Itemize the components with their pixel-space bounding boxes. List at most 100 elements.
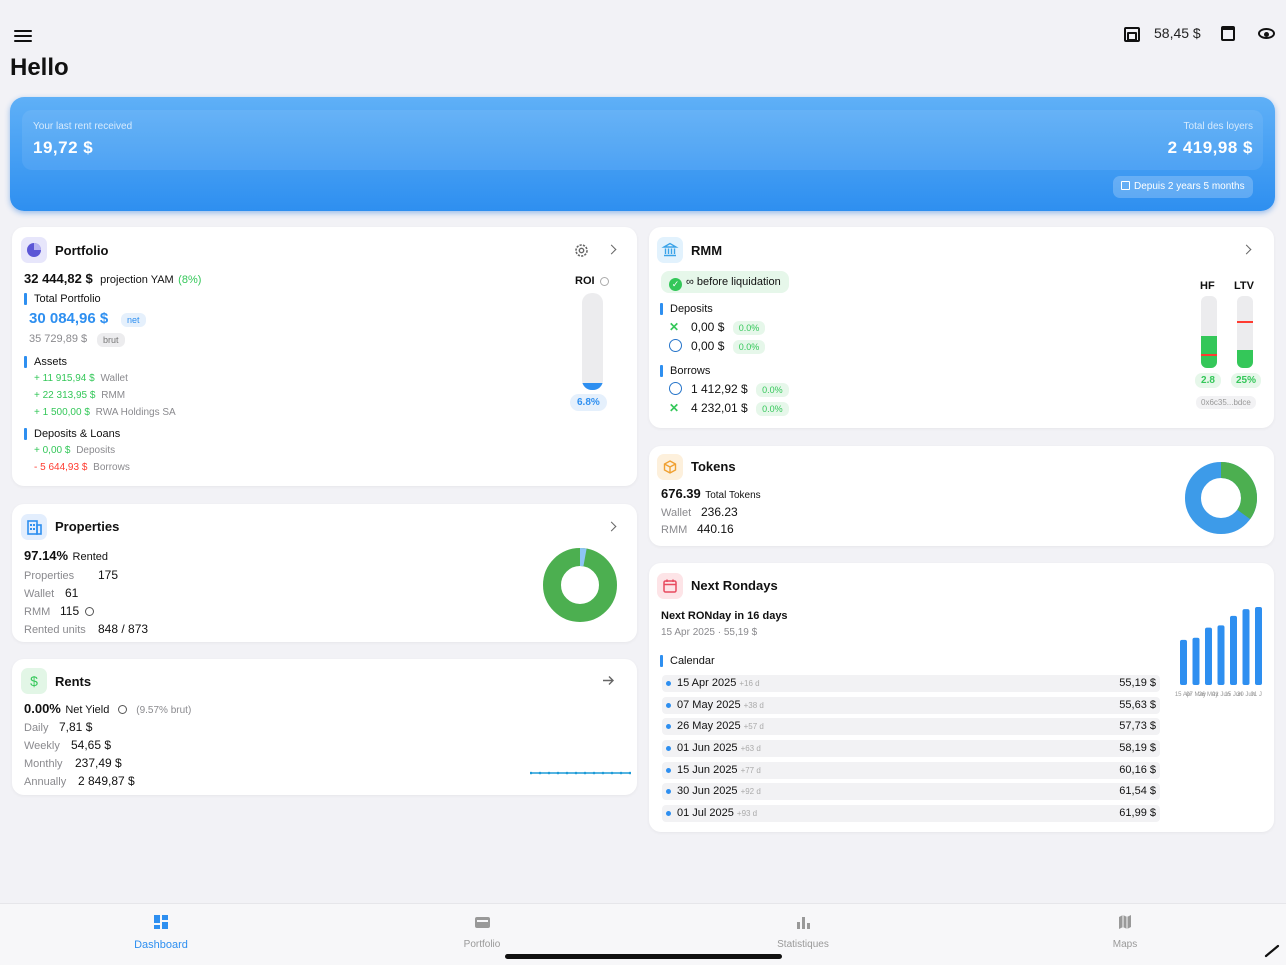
asset-label: Wallet bbox=[100, 373, 128, 384]
rent-label: Weekly bbox=[24, 740, 60, 752]
total-rent-value: 2 419,98 $ bbox=[1167, 138, 1253, 157]
eye-icon[interactable] bbox=[1258, 28, 1275, 39]
tab-portfolio[interactable]: Portfolio bbox=[412, 914, 552, 950]
ronday-bar bbox=[1230, 615, 1237, 685]
brut-tag: brut bbox=[97, 333, 125, 347]
ronday-bar bbox=[1180, 639, 1187, 685]
rmm-icon-box bbox=[657, 237, 683, 263]
ltv-label: LTV bbox=[1234, 280, 1254, 292]
cube-icon bbox=[663, 460, 677, 474]
deposits-amount: + 0,00 $ bbox=[34, 445, 71, 456]
bullet bbox=[666, 811, 671, 816]
check-icon: ✓ bbox=[669, 278, 682, 291]
stat-label: RMM bbox=[24, 606, 51, 618]
stat-label: Wallet bbox=[24, 588, 55, 600]
net-tag: net bbox=[121, 313, 146, 327]
ronday-bar bbox=[1192, 637, 1200, 685]
section-bar bbox=[660, 365, 663, 377]
rented-label: Rented bbox=[72, 551, 109, 563]
bar-chart-icon bbox=[797, 917, 810, 929]
rent-row: Annually 2 849,87 $ bbox=[24, 773, 135, 791]
section-bar bbox=[24, 356, 27, 368]
bullet bbox=[666, 724, 671, 729]
usdc-icon bbox=[669, 339, 682, 352]
rmm-address[interactable]: 0x6c35...bdce bbox=[1196, 396, 1256, 409]
bullet bbox=[666, 746, 671, 751]
dollar-icon: $ bbox=[30, 673, 38, 689]
deposits-loans-label: Deposits & Loans bbox=[34, 428, 121, 440]
info-icon[interactable] bbox=[117, 705, 127, 714]
pencil-icon[interactable] bbox=[1264, 944, 1280, 958]
rate-pill: 0.0% bbox=[732, 321, 766, 335]
roi-gauge bbox=[582, 293, 603, 390]
tab-statistiques[interactable]: Statistiques bbox=[733, 914, 873, 950]
deposits-row: + 0,00 $ Deposits bbox=[34, 445, 115, 456]
ronday-bar bbox=[1205, 627, 1212, 685]
since-button[interactable]: Depuis 2 years 5 months bbox=[1113, 176, 1253, 198]
amount: 0,00 $ bbox=[691, 320, 725, 334]
tokens-rmm-row: RMM 440.16 bbox=[661, 522, 734, 536]
ronday-date: 01 Jun 2025 bbox=[677, 742, 738, 754]
projection-label: projection YAM bbox=[100, 274, 174, 286]
tokens-total-row: 676.39 Total Tokens bbox=[661, 485, 761, 503]
menu-icon[interactable] bbox=[14, 30, 32, 42]
last-rent-value: 19,72 $ bbox=[33, 138, 94, 157]
tokens-wallet-value: 236.23 bbox=[701, 505, 738, 519]
ronday-rel: +38 d bbox=[743, 701, 764, 710]
hf-gauge bbox=[1201, 296, 1217, 368]
amount: 0,00 $ bbox=[691, 339, 725, 353]
dashboard-icon bbox=[154, 915, 168, 929]
rmm-borrow-row: 1 412,92 $ 0.0% bbox=[669, 382, 789, 397]
assets-label: Assets bbox=[34, 356, 68, 368]
asset-row: + 1 500,00 $ RWA Holdings SA bbox=[34, 407, 176, 418]
tokens-icon-box bbox=[657, 454, 683, 480]
rmm-borrows-label: Borrows bbox=[670, 365, 711, 377]
tokens-total: 676.39 bbox=[661, 486, 701, 501]
stat-value: 115 bbox=[60, 604, 80, 618]
total-portfolio-label: Total Portfolio bbox=[34, 293, 101, 305]
tab-label: Dashboard bbox=[134, 939, 188, 951]
pie-icon bbox=[27, 243, 41, 257]
ronday-bar-chart: 15 Apr07 May26 May01 Jun15 Jun30 Jun01 J… bbox=[1175, 607, 1262, 698]
stat-label: Rented units bbox=[24, 624, 86, 636]
borrows-amount: - 5 644,93 $ bbox=[34, 462, 88, 473]
list-item: 15 Jun 2025 +77 d 60,16 $ bbox=[662, 762, 1160, 779]
list-item: 01 Jul 2025 +93 d 61,99 $ bbox=[662, 805, 1160, 822]
amount: 1 412,92 $ bbox=[691, 382, 748, 396]
rented-donut bbox=[543, 548, 617, 622]
tokens-rmm-value: 440.16 bbox=[697, 522, 734, 536]
tokens-donut bbox=[1185, 462, 1257, 534]
calendar-icon[interactable] bbox=[1221, 26, 1235, 41]
stat-row: Wallet 61 bbox=[24, 585, 148, 603]
next-ronday: Next RONday in 16 days bbox=[661, 610, 788, 622]
rmm-deposit-row: 0,00 $ 0.0% bbox=[669, 339, 766, 354]
section-bar bbox=[24, 293, 27, 305]
section-bar bbox=[24, 428, 27, 440]
wallet-icon[interactable] bbox=[1124, 27, 1140, 42]
asset-row: + 11 915,94 $ Wallet bbox=[34, 373, 128, 384]
calendar-label: Calendar bbox=[670, 655, 715, 667]
rents-stats: Daily 7,81 $ Weekly 54,65 $ Monthly 237,49 … bbox=[24, 719, 135, 791]
properties-title: Properties bbox=[55, 519, 120, 534]
rmm-deposit-row: ✕ 0,00 $ 0.0% bbox=[669, 320, 766, 335]
roi-value: 6.8% bbox=[570, 394, 607, 411]
stat-value: 848 / 873 bbox=[98, 622, 149, 636]
ronday-date: 01 Jul 2025 bbox=[677, 807, 734, 819]
wallet-icon bbox=[474, 917, 490, 928]
rent-label: Daily bbox=[24, 722, 49, 734]
tab-dashboard[interactable]: Dashboard bbox=[91, 914, 231, 951]
info-icon[interactable] bbox=[85, 607, 95, 616]
info-icon[interactable] bbox=[600, 277, 609, 286]
rmm-deposits-label: Deposits bbox=[670, 303, 713, 315]
gear-icon[interactable] bbox=[574, 243, 589, 258]
properties-stats: Properties 175 Wallet 61 RMM 115 Rented uni… bbox=[24, 567, 148, 639]
arrow-right-icon[interactable] bbox=[602, 675, 615, 686]
bullet bbox=[666, 703, 671, 708]
net-yield-value: 0.00% bbox=[24, 701, 61, 716]
stat-row: RMM 115 bbox=[24, 603, 148, 621]
rate-pill: 0.0% bbox=[756, 402, 789, 416]
map-icon bbox=[1119, 915, 1131, 929]
ronday-date: 30 Jun 2025 bbox=[677, 785, 738, 797]
tab-maps[interactable]: Maps bbox=[1055, 914, 1195, 950]
ltv-threshold bbox=[1237, 321, 1253, 323]
